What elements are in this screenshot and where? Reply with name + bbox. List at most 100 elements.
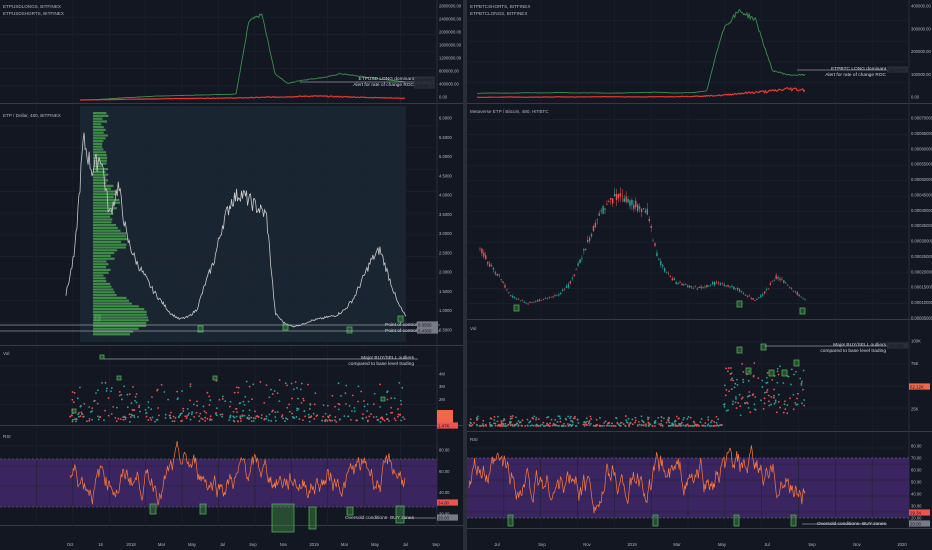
volume-dot <box>741 363 744 365</box>
volume-dot <box>517 425 520 427</box>
volume-dot <box>731 403 734 406</box>
candle-body <box>569 281 572 284</box>
volume-dot <box>601 424 604 427</box>
volume-dot <box>514 424 516 427</box>
candle-body <box>731 286 733 288</box>
candle-body <box>710 284 712 286</box>
volume-dot <box>379 405 382 408</box>
volume-dot <box>634 416 637 419</box>
volume-dot <box>648 424 650 427</box>
volume-dot <box>260 417 263 419</box>
candle-body <box>723 284 725 287</box>
candle-body <box>736 288 739 290</box>
volume-dot <box>337 382 340 385</box>
x-axis-tick: Nov <box>583 542 591 547</box>
candle-body <box>527 303 529 305</box>
volume-dot <box>189 418 192 421</box>
volume-dot <box>123 385 126 388</box>
volume-dot <box>583 425 586 427</box>
volume-legend: Vol <box>470 326 476 331</box>
volume-dot <box>567 415 569 418</box>
volume-dot <box>537 418 540 421</box>
volume-dot <box>789 397 791 400</box>
candle-body <box>788 287 791 288</box>
price-tag-volume: 62.12K <box>910 384 924 389</box>
volume-dot <box>116 406 118 409</box>
volume-dot <box>177 415 180 418</box>
volume-dot <box>777 393 780 396</box>
left-chart[interactable]: ETPUSDLONGS, BITFINEX ETPUSDSHORTS, BITFI… <box>0 0 463 550</box>
volume-dot <box>71 418 74 421</box>
volume-dot <box>548 425 551 427</box>
volume-dot <box>526 418 529 421</box>
volume-dot <box>250 416 253 419</box>
volume-dot <box>500 420 503 422</box>
volume-dot <box>208 395 211 398</box>
volume-dot <box>675 424 678 427</box>
volume-dot <box>790 383 792 386</box>
volume-profile-bar <box>93 316 148 319</box>
volume-dot <box>347 415 350 418</box>
candle-body <box>696 288 699 290</box>
volume-dot <box>228 419 231 422</box>
pane-bg <box>467 0 932 103</box>
volume-dot <box>147 406 150 409</box>
volume-dot <box>478 424 481 427</box>
candle-body <box>771 281 774 283</box>
volume-dot <box>73 391 76 394</box>
y-axis-tick: 0.0004500000 <box>911 192 932 197</box>
volume-dot <box>773 394 775 397</box>
volume-dot <box>660 422 662 425</box>
volume-dot <box>96 389 99 392</box>
annotation-long-dominant: ETPBTC LONG dominant <box>831 66 887 72</box>
volume-dot <box>732 400 734 403</box>
volume-dot <box>662 417 665 420</box>
volume-profile-bar <box>93 305 139 308</box>
volume-dot <box>707 418 710 421</box>
volume-dot <box>585 423 588 426</box>
volume-dot <box>257 416 260 418</box>
volume-dot <box>129 421 131 423</box>
volume-dot <box>594 424 596 427</box>
volume-profile-bar <box>93 280 107 283</box>
volume-dot <box>738 393 741 396</box>
volume-dot <box>91 418 94 421</box>
volume-dot <box>615 417 618 419</box>
volume-dot <box>799 377 802 380</box>
x-axis-tick: May <box>188 542 197 547</box>
candle-body <box>650 226 652 228</box>
volume-dot <box>310 415 313 418</box>
candle-body <box>756 298 758 300</box>
volume-dot <box>631 418 634 421</box>
volume-dot <box>77 413 80 416</box>
volume-dot <box>263 401 266 404</box>
volume-dot <box>361 417 364 420</box>
y-axis-tick: 3M <box>439 384 445 389</box>
volume-dot <box>179 412 182 415</box>
volume-dot <box>544 425 546 427</box>
candle-body <box>515 298 518 300</box>
candle-body <box>773 280 775 281</box>
volume-profile-bar <box>93 296 127 299</box>
volume-dot <box>138 404 141 407</box>
volume-dot <box>203 410 206 413</box>
volume-dot <box>132 385 134 388</box>
volume-dot <box>742 381 745 383</box>
right-chart[interactable]: ETPBTCSHORTS, BITFINEX ETPBTCLONGS, BITFI… <box>467 0 932 550</box>
volume-dot <box>88 419 91 422</box>
candle-body <box>544 298 547 299</box>
left-chart-canvas[interactable]: ETPUSDLONGS, BITFINEX ETPUSDSHORTS, BITFI… <box>0 0 463 550</box>
candle-body <box>733 286 735 290</box>
volume-dot <box>667 424 670 427</box>
volume-dot <box>795 370 797 373</box>
candle-body <box>506 289 508 291</box>
right-chart-canvas[interactable]: ETPBTCSHORTS, BITFINEX ETPBTCLONGS, BITFI… <box>467 0 932 550</box>
candle-body <box>615 193 618 200</box>
volume-dot <box>300 382 303 385</box>
volume-dot <box>802 388 804 391</box>
volume-dot <box>542 421 545 424</box>
candle-body <box>598 213 600 216</box>
volume-dot <box>784 408 787 410</box>
candle-body <box>617 194 620 199</box>
volume-dot <box>637 420 640 423</box>
